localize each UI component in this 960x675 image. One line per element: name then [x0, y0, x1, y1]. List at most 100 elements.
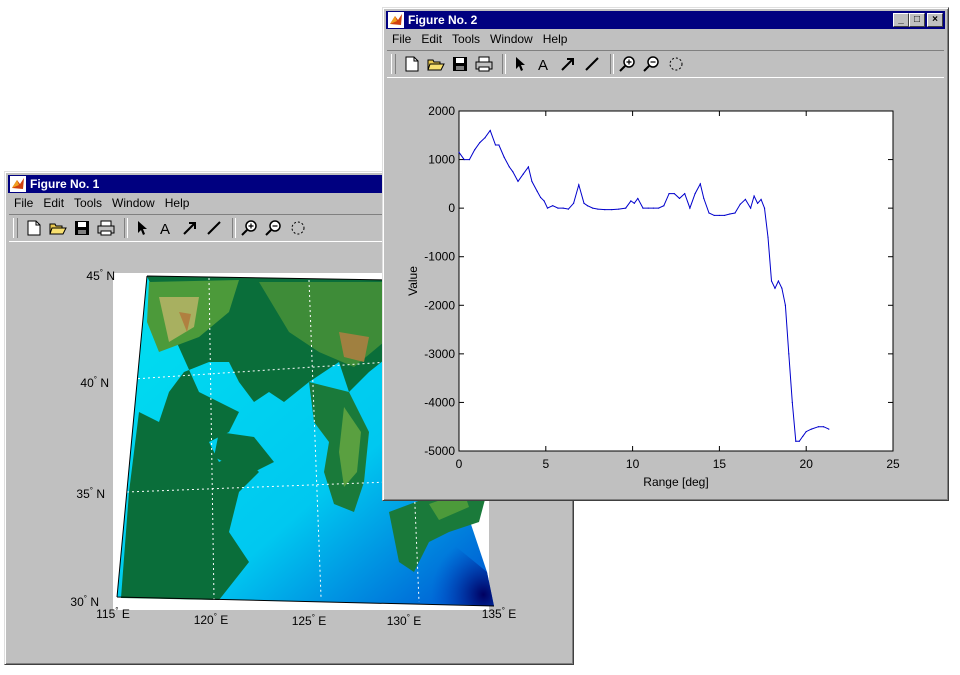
maximize-button[interactable]: □ — [909, 13, 925, 27]
data-point — [767, 236, 769, 238]
lon-label-120: 120° E — [194, 612, 229, 627]
text-icon[interactable]: A — [534, 54, 554, 74]
new-file-icon[interactable] — [24, 218, 44, 238]
print-icon[interactable] — [96, 218, 116, 238]
zoom-out-icon[interactable] — [264, 218, 284, 238]
close-button[interactable]: × — [927, 13, 943, 27]
y-tick-label: -5000 — [424, 444, 455, 458]
print-icon[interactable] — [474, 54, 494, 74]
data-point — [637, 197, 639, 200]
data-point — [527, 166, 530, 168]
data-point — [739, 203, 741, 205]
toolbar-grip[interactable] — [13, 218, 18, 238]
data-point — [512, 171, 514, 173]
menu-edit[interactable]: Edit — [38, 196, 69, 210]
data-point — [699, 183, 701, 185]
lat-label-35: 35° N — [76, 486, 105, 501]
data-point — [458, 151, 460, 153]
arrow-icon[interactable] — [180, 218, 200, 238]
data-point — [668, 192, 670, 195]
y-tick-label: 1000 — [428, 153, 455, 167]
lat-label-30: 30° N — [70, 594, 99, 609]
figure-2-titlebar[interactable]: Figure No. 2 _ □ × — [386, 11, 945, 29]
menu-file[interactable]: File — [387, 32, 416, 46]
data-point — [724, 214, 726, 217]
data-point — [484, 137, 486, 139]
line-icon[interactable] — [204, 218, 224, 238]
toolbar-separator — [124, 218, 128, 238]
data-point — [708, 212, 710, 214]
data-point — [828, 428, 830, 430]
data-point — [543, 200, 545, 202]
menu-edit[interactable]: Edit — [416, 32, 447, 46]
minimize-button[interactable]: _ — [893, 13, 909, 27]
y-tick-label: -1000 — [424, 250, 455, 264]
data-point — [817, 426, 819, 428]
axes-background — [458, 110, 894, 452]
figure-2-window: Figure No. 2 _ □ × File Edit Tools Windo… — [382, 7, 949, 501]
menu-bar: File Edit Tools Window Help — [387, 30, 944, 48]
lon-label-130: 130° E — [387, 613, 422, 628]
data-point — [713, 214, 715, 217]
data-point — [718, 214, 720, 217]
toolbar-separator — [502, 54, 506, 74]
data-point — [592, 207, 594, 209]
menu-file[interactable]: File — [9, 196, 38, 210]
line-chart[interactable]: -5000 -4000 -3000 -2000 -1000 0 1000 2000 0 5 10 1… — [387, 78, 944, 496]
data-point — [611, 209, 613, 211]
data-point — [618, 208, 620, 210]
rotate-icon[interactable] — [288, 218, 308, 238]
zoom-in-icon[interactable] — [240, 218, 260, 238]
data-point — [508, 166, 510, 168]
select-arrow-icon[interactable] — [510, 54, 530, 74]
line-icon[interactable] — [582, 54, 602, 74]
new-file-icon[interactable] — [402, 54, 422, 74]
data-point — [463, 158, 465, 161]
data-point — [760, 198, 762, 200]
x-tick-label: 0 — [456, 457, 463, 471]
menu-tools[interactable]: Tools — [447, 32, 485, 46]
lat-label-40: 40° N — [80, 375, 109, 390]
data-point — [734, 212, 736, 214]
data-point — [474, 149, 476, 151]
menu-window[interactable]: Window — [485, 32, 538, 46]
data-point — [531, 180, 533, 183]
data-point — [784, 304, 786, 306]
data-point — [795, 440, 797, 442]
lon-label-125: 125° E — [292, 613, 327, 628]
menu-help[interactable]: Help — [160, 196, 195, 210]
save-icon[interactable] — [72, 218, 92, 238]
data-point — [763, 207, 766, 209]
data-point — [479, 141, 481, 144]
lon-label-135: 135° E — [482, 606, 517, 621]
data-point — [503, 156, 505, 158]
menu-window[interactable]: Window — [107, 196, 160, 210]
save-icon[interactable] — [450, 54, 470, 74]
menu-help[interactable]: Help — [538, 32, 573, 46]
data-point — [777, 280, 780, 282]
arrow-icon[interactable] — [558, 54, 578, 74]
data-point — [586, 205, 589, 207]
data-point — [788, 353, 790, 355]
zoom-in-icon[interactable] — [618, 54, 638, 74]
data-point — [630, 200, 632, 202]
zoom-out-icon[interactable] — [642, 54, 662, 74]
open-folder-icon[interactable] — [48, 218, 68, 238]
open-folder-icon[interactable] — [426, 54, 446, 74]
rotate-icon[interactable] — [666, 54, 686, 74]
menu-tools[interactable]: Tools — [69, 196, 107, 210]
lat-label-45: 45° N — [86, 268, 115, 283]
select-arrow-icon[interactable] — [132, 218, 152, 238]
data-point — [750, 207, 752, 209]
x-tick-label: 5 — [542, 457, 549, 471]
figure-2-canvas[interactable]: -5000 -4000 -3000 -2000 -1000 0 1000 2000 0 5 10 1… — [387, 78, 944, 496]
matlab-logo-icon — [388, 12, 404, 28]
data-point — [494, 144, 497, 146]
data-point — [583, 202, 585, 204]
toolbar-grip[interactable] — [391, 54, 396, 74]
data-point — [572, 202, 575, 204]
data-point — [694, 192, 696, 195]
data-point — [663, 205, 665, 207]
y-tick-label: -2000 — [424, 298, 455, 312]
text-icon[interactable]: A — [156, 218, 176, 238]
